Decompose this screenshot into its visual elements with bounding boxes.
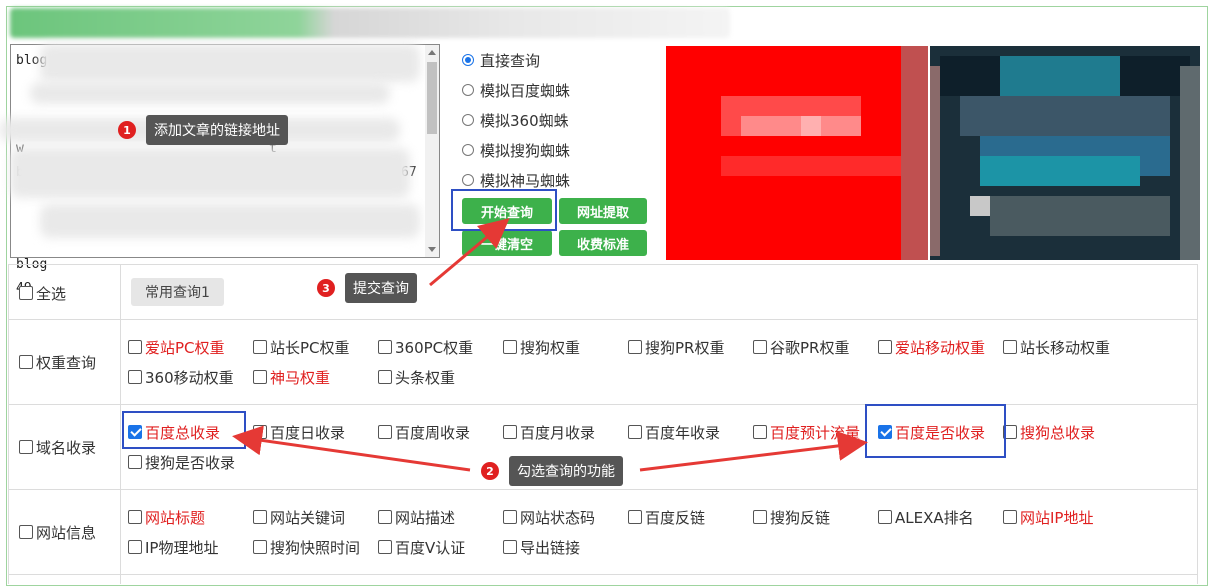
step-badge-3: 3	[317, 279, 335, 297]
step-badge-2: 2	[481, 462, 499, 480]
annotation-arrows	[232, 218, 868, 472]
step-tip-2: 勾选查询的功能	[509, 456, 623, 486]
step-tip-3: 提交查询	[345, 273, 417, 303]
step-tip-1: 添加文章的链接地址	[146, 115, 288, 145]
step-badge-1: 1	[118, 121, 136, 139]
